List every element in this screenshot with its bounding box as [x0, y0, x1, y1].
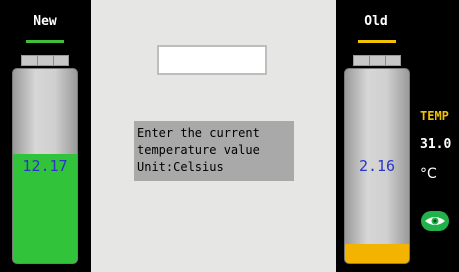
new-battery-value: 12.17 [22, 157, 68, 175]
new-battery-cap [21, 55, 69, 66]
old-battery-body: 2.16 [344, 68, 410, 264]
new-battery-indicator [26, 40, 64, 43]
eye-icon [425, 217, 445, 225]
old-battery-value: 2.16 [358, 157, 396, 175]
old-battery-cap [353, 55, 401, 66]
temperature-info: TEMP 31.0 °C [418, 0, 459, 272]
old-battery-panel: Old 2.16 [338, 0, 418, 272]
new-battery-panel: New 12.17 [3, 0, 87, 272]
new-battery-body: 12.17 [12, 68, 78, 264]
old-battery-fill [345, 243, 409, 263]
temperature-dialog: Enter the current temperature value Unit… [91, 0, 336, 272]
view-toggle-button[interactable] [421, 211, 449, 231]
temperature-prompt: Enter the current temperature value Unit… [134, 121, 294, 181]
old-battery-indicator [358, 40, 396, 43]
temperature-input[interactable] [157, 45, 267, 75]
old-battery-label: Old [364, 14, 388, 29]
temp-label: TEMP [420, 109, 449, 123]
new-battery-label: New [33, 14, 57, 29]
device-screen: New 12.17 Enter the current temperature … [0, 0, 459, 272]
temp-value: 31.0 [420, 137, 452, 152]
temp-unit: °C [420, 166, 437, 182]
